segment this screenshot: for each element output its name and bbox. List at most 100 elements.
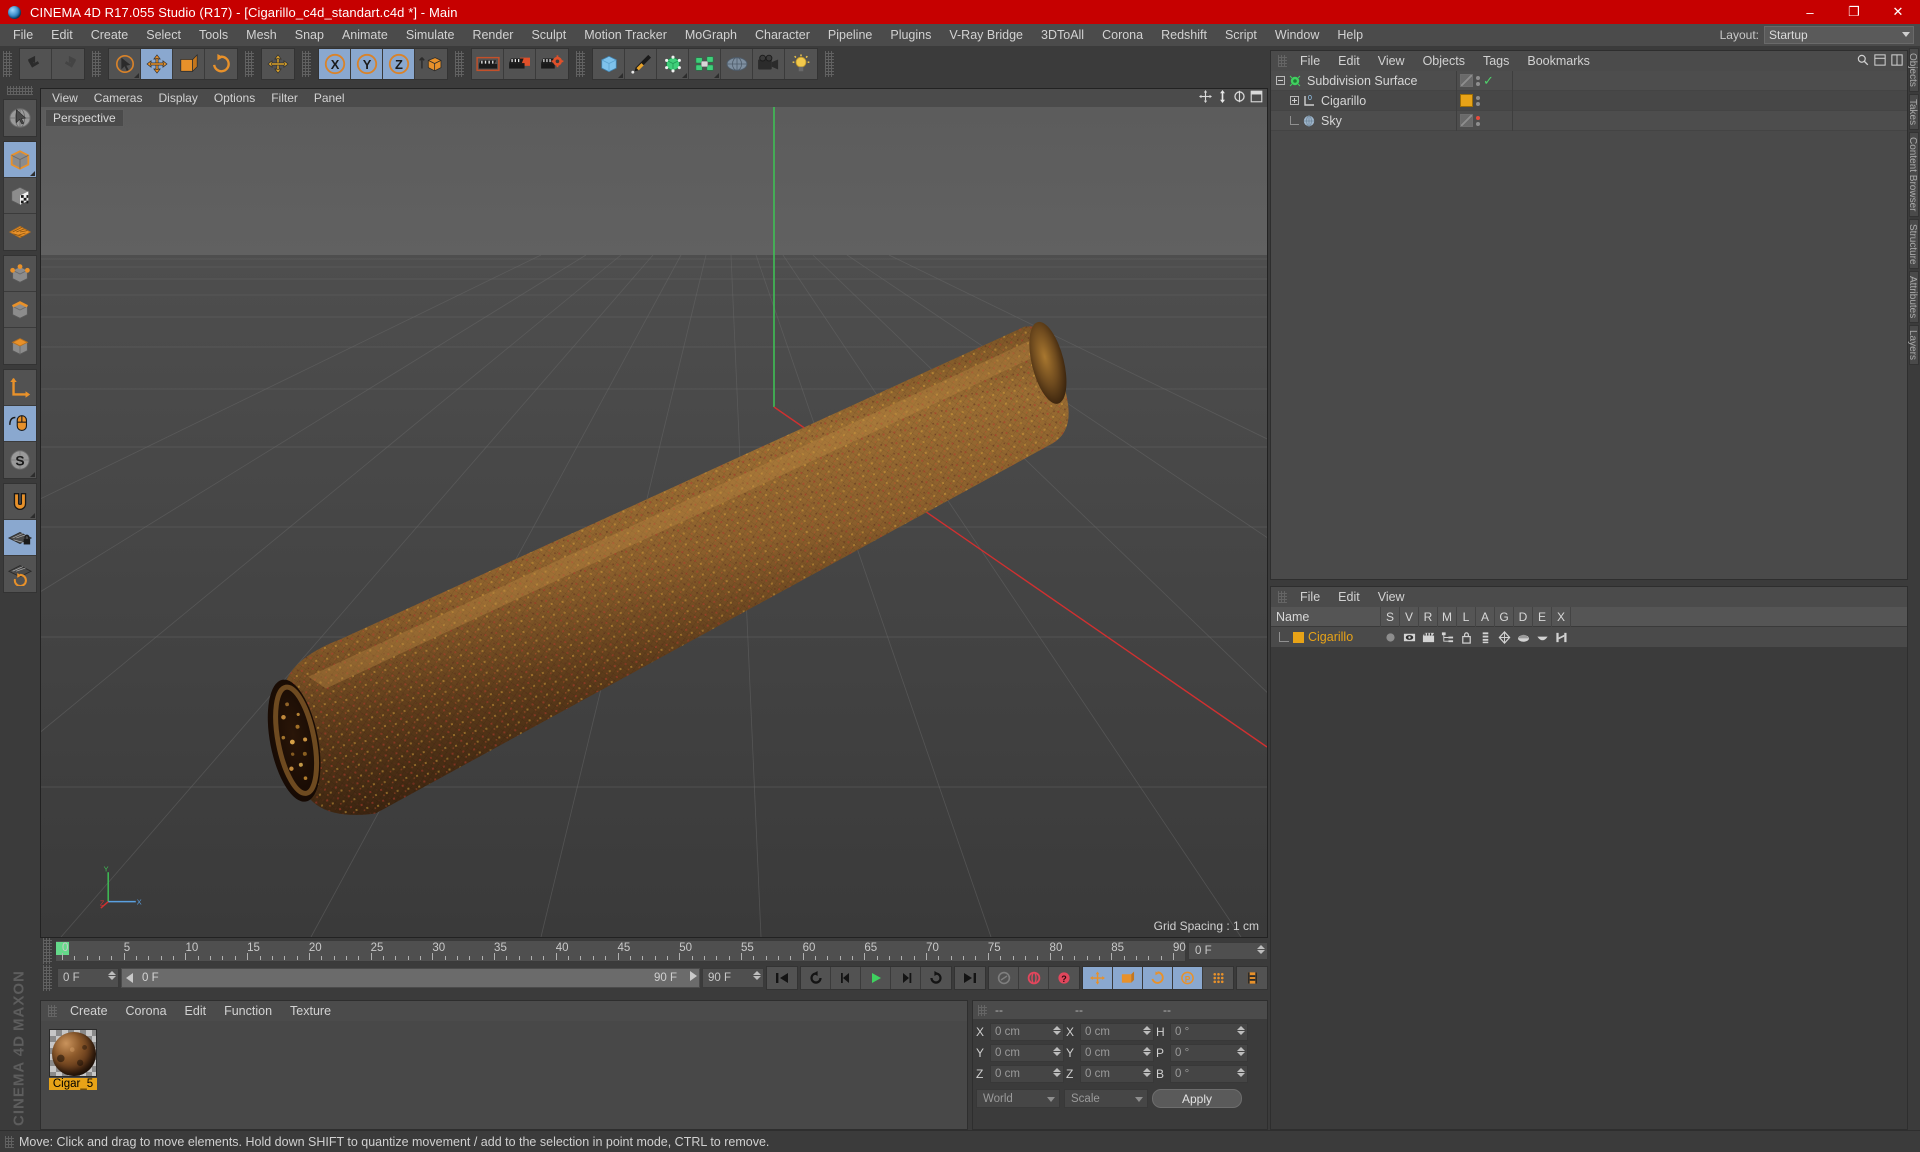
workplane-lock-icon[interactable] bbox=[4, 520, 36, 556]
size-field[interactable]: 0 cm bbox=[1080, 1044, 1154, 1062]
material-chip[interactable]: Cigar_5 bbox=[49, 1029, 97, 1090]
render-view-icon[interactable] bbox=[472, 49, 504, 79]
parameter-key-button[interactable]: P bbox=[1173, 967, 1203, 989]
rotation-field[interactable]: 0 ° bbox=[1170, 1023, 1248, 1041]
object-manager-grip[interactable] bbox=[1278, 55, 1287, 67]
rotate-tool-icon[interactable] bbox=[205, 49, 237, 79]
enabled-check-icon[interactable]: ✓ bbox=[1483, 74, 1494, 87]
maximize-button[interactable]: ❐ bbox=[1832, 0, 1876, 24]
add-cube-primitive-icon[interactable] bbox=[593, 49, 625, 79]
flyout-corner-icon[interactable] bbox=[30, 513, 35, 518]
menu-item-v-ray-bridge[interactable]: V-Ray Bridge bbox=[940, 25, 1032, 45]
dock-tab-takes[interactable]: Takes bbox=[1907, 93, 1919, 131]
dock-tab-layers[interactable]: Layers bbox=[1907, 325, 1919, 366]
object-tag-cell[interactable]: ✓ bbox=[1457, 70, 1513, 91]
object-tag-cell[interactable] bbox=[1457, 110, 1513, 131]
position-stepper[interactable] bbox=[1053, 1068, 1061, 1077]
flyout-corner-icon[interactable] bbox=[30, 171, 35, 176]
menu-item-simulate[interactable]: Simulate bbox=[397, 25, 464, 45]
solo-dot-icon[interactable] bbox=[1381, 631, 1400, 644]
menu-item-select[interactable]: Select bbox=[137, 25, 190, 45]
soft-selection-icon[interactable]: S bbox=[4, 442, 36, 478]
add-environment-icon[interactable] bbox=[721, 49, 753, 79]
visibility-dots-icon[interactable] bbox=[1476, 75, 1480, 86]
material-preview-thumbnail[interactable] bbox=[49, 1029, 97, 1077]
size-field[interactable]: 0 cm bbox=[1080, 1023, 1154, 1041]
record-active-objects-button[interactable] bbox=[989, 967, 1019, 989]
menu-item-motion-tracker[interactable]: Motion Tracker bbox=[575, 25, 676, 45]
position-stepper[interactable] bbox=[1053, 1047, 1061, 1056]
material-menu-corona[interactable]: Corona bbox=[117, 1002, 176, 1020]
object-row-name-cell[interactable]: Sky bbox=[1271, 110, 1457, 131]
go-to-previous-keyframe-button[interactable] bbox=[801, 967, 831, 989]
add-deformer-icon[interactable] bbox=[689, 49, 721, 79]
add-light-icon[interactable] bbox=[785, 49, 817, 79]
visibility-dots-icon[interactable] bbox=[1476, 115, 1480, 126]
size-stepper[interactable] bbox=[1143, 1068, 1151, 1077]
coordinates-grip[interactable] bbox=[978, 1004, 987, 1016]
menu-item-create[interactable]: Create bbox=[82, 25, 138, 45]
step-back-button[interactable] bbox=[831, 967, 861, 989]
menu-item-sculpt[interactable]: Sculpt bbox=[522, 25, 575, 45]
animation-icon[interactable] bbox=[1476, 631, 1495, 644]
cigarillo-3d-object[interactable] bbox=[41, 107, 1267, 937]
current-frame-field[interactable]: 0 F bbox=[1188, 942, 1268, 960]
flyout-corner-icon[interactable] bbox=[134, 73, 139, 78]
render-to-picture-viewer-icon[interactable] bbox=[504, 49, 536, 79]
lock-icon[interactable] bbox=[1457, 631, 1476, 644]
material-tag-icon[interactable] bbox=[1460, 94, 1473, 107]
point-level-animation-button[interactable] bbox=[1203, 967, 1233, 989]
rotation-field[interactable]: 0 ° bbox=[1170, 1044, 1248, 1062]
uv-mesh-mode-icon[interactable] bbox=[4, 214, 36, 250]
object-row[interactable]: 0 Cigarillo bbox=[1271, 90, 1907, 111]
menu-item-snap[interactable]: Snap bbox=[286, 25, 333, 45]
menu-item-redshift[interactable]: Redshift bbox=[1152, 25, 1216, 45]
polygons-mode-icon[interactable] bbox=[4, 328, 36, 364]
texture-tag-icon[interactable] bbox=[1460, 114, 1473, 127]
rotation-key-button[interactable] bbox=[1143, 967, 1173, 989]
close-button[interactable]: ✕ bbox=[1876, 0, 1920, 24]
timeline-ruler[interactable]: 0 5 10 15 20 25 30 35 40 45 50 55 60 65 70 75 80 85 90 bbox=[55, 940, 1186, 962]
viewport-menu-cameras[interactable]: Cameras bbox=[86, 89, 151, 107]
menu-item-plugins[interactable]: Plugins bbox=[881, 25, 940, 45]
menu-item-script[interactable]: Script bbox=[1216, 25, 1266, 45]
flyout-corner-icon[interactable] bbox=[682, 73, 687, 78]
position-field[interactable]: 0 cm bbox=[990, 1065, 1064, 1083]
viewport-solo-single-icon[interactable] bbox=[4, 406, 36, 442]
size-mode-select[interactable]: Scale bbox=[1064, 1089, 1148, 1108]
toolbar-grip[interactable] bbox=[302, 51, 311, 77]
material-menu-function[interactable]: Function bbox=[215, 1002, 281, 1020]
object-menu-file[interactable]: File bbox=[1291, 52, 1329, 70]
size-stepper[interactable] bbox=[1143, 1047, 1151, 1056]
material-list[interactable]: Cigar_5 bbox=[41, 1021, 967, 1129]
viewport-menu-filter[interactable]: Filter bbox=[263, 89, 306, 107]
object-menu-edit[interactable]: Edit bbox=[1329, 52, 1369, 70]
menu-item-character[interactable]: Character bbox=[746, 25, 819, 45]
timeline-grip[interactable] bbox=[43, 938, 52, 964]
menu-item-pipeline[interactable]: Pipeline bbox=[819, 25, 881, 45]
timeline-settings-button[interactable] bbox=[1237, 967, 1267, 989]
viewport-menu-view[interactable]: View bbox=[44, 89, 86, 107]
timebar-right-handle-icon[interactable] bbox=[690, 971, 697, 981]
go-to-start-button[interactable] bbox=[767, 967, 797, 989]
size-stepper[interactable] bbox=[1143, 1026, 1151, 1035]
expression-icon[interactable] bbox=[1533, 631, 1552, 644]
go-to-end-button[interactable] bbox=[955, 967, 985, 989]
redo-icon[interactable] bbox=[52, 49, 84, 79]
go-to-next-keyframe-button[interactable] bbox=[921, 967, 951, 989]
position-stepper[interactable] bbox=[1053, 1026, 1061, 1035]
panel-menu-icon[interactable] bbox=[1891, 54, 1903, 66]
viewport-menu-options[interactable]: Options bbox=[206, 89, 263, 107]
render-clapper-icon[interactable] bbox=[1419, 631, 1438, 644]
menu-item-tools[interactable]: Tools bbox=[190, 25, 237, 45]
toolbar-grip[interactable] bbox=[3, 51, 12, 77]
layer-menu-view[interactable]: View bbox=[1369, 588, 1414, 606]
hierarchy-icon[interactable] bbox=[1438, 631, 1457, 644]
material-menu-create[interactable]: Create bbox=[61, 1002, 117, 1020]
search-icon[interactable] bbox=[1857, 54, 1869, 66]
scale-tool-icon[interactable] bbox=[173, 49, 205, 79]
layer-menu-edit[interactable]: Edit bbox=[1329, 588, 1369, 606]
texture-tag-icon[interactable] bbox=[1460, 74, 1473, 87]
viewport-move-icon[interactable] bbox=[1199, 90, 1212, 103]
menu-item-edit[interactable]: Edit bbox=[42, 25, 82, 45]
